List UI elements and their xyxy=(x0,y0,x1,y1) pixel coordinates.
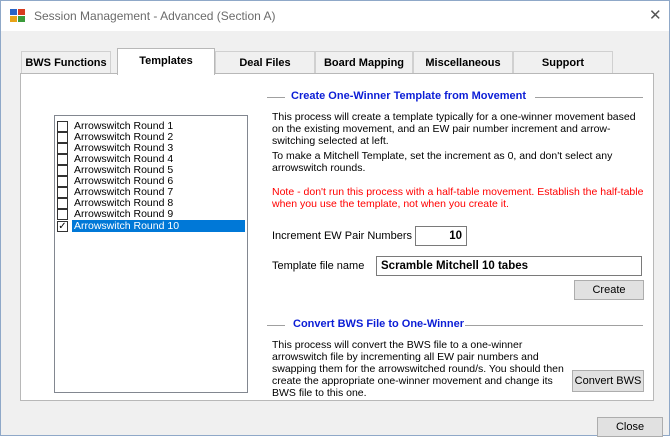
app-icon xyxy=(10,9,26,23)
tab-board-mapping[interactable]: Board Mapping xyxy=(315,51,413,74)
round-checkbox[interactable] xyxy=(57,175,68,187)
round-checkbox[interactable] xyxy=(57,186,68,198)
round-checkbox[interactable] xyxy=(57,164,68,176)
round-checkbox[interactable] xyxy=(57,120,68,132)
tab-bws-functions[interactable]: BWS Functions xyxy=(21,51,111,74)
round-checkbox[interactable] xyxy=(57,208,68,220)
half-table-note: Note - don't run this process with a hal… xyxy=(272,186,644,210)
close-window-icon[interactable]: ✕ xyxy=(649,6,662,24)
convert-bws-title: Convert BWS File to One-Winner xyxy=(293,318,465,330)
increment-input[interactable]: 10 xyxy=(415,226,467,246)
convert-description: This process will convert the BWS file t… xyxy=(272,339,564,399)
round-label: Arrowswitch Round 9 xyxy=(74,208,174,220)
session-management-window: Session Management - Advanced (Section A… xyxy=(0,0,670,437)
round-checkbox[interactable] xyxy=(57,142,68,154)
tab-support[interactable]: Support xyxy=(513,51,613,74)
divider xyxy=(267,97,285,98)
title-bar: Session Management - Advanced (Section A… xyxy=(1,1,669,31)
round-checkbox[interactable] xyxy=(57,197,68,209)
divider xyxy=(465,325,643,326)
create-description: This process will create a template typi… xyxy=(272,111,636,147)
close-button[interactable]: Close xyxy=(597,417,663,437)
list-item[interactable]: Arrowswitch Round 9 xyxy=(57,208,245,220)
create-button[interactable]: Create xyxy=(574,280,644,300)
tab-deal-files[interactable]: Deal Files xyxy=(215,51,315,74)
mitchell-description: To make a Mitchell Template, set the inc… xyxy=(272,150,613,174)
divider xyxy=(267,325,285,326)
divider xyxy=(535,97,643,98)
increment-label: Increment EW Pair Numbers by xyxy=(272,230,427,242)
round-checkbox[interactable]: ✓ xyxy=(57,220,68,232)
convert-bws-header: Convert BWS File to One-Winner xyxy=(267,318,643,332)
tab-templates[interactable]: Templates xyxy=(117,48,215,75)
create-template-title: Create One-Winner Template from Movement xyxy=(291,90,527,102)
tab-miscellaneous[interactable]: Miscellaneous xyxy=(413,51,513,74)
template-filename-input[interactable]: Scramble Mitchell 10 tabes xyxy=(376,256,642,276)
window-title: Session Management - Advanced (Section A… xyxy=(34,9,276,23)
list-item[interactable]: ✓ Arrowswitch Round 10 xyxy=(57,220,245,232)
create-template-header: Create One-Winner Template from Movement xyxy=(267,90,643,104)
round-checkbox[interactable] xyxy=(57,153,68,165)
convert-bws-button[interactable]: Convert BWS xyxy=(572,370,644,392)
round-label: Arrowswitch Round 10 xyxy=(72,220,245,232)
filename-label: Template file name xyxy=(272,260,365,272)
arrowswitch-rounds-list[interactable]: Arrowswitch Round 1 Arrowswitch Round 2 … xyxy=(54,115,248,393)
round-checkbox[interactable] xyxy=(57,131,68,143)
